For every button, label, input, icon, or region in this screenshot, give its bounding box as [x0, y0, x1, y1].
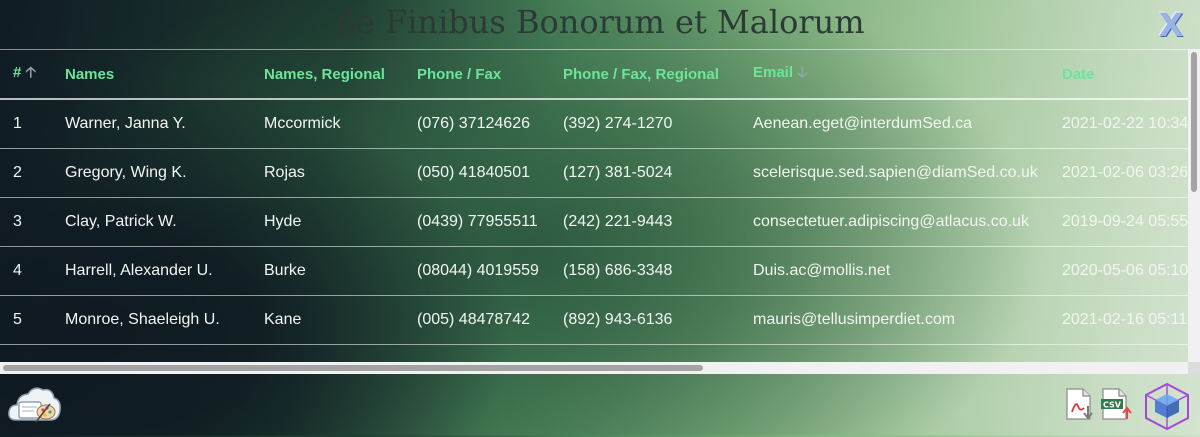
cell-names: Clay, Patrick W. [52, 197, 251, 247]
cell-number: 3 [0, 197, 52, 247]
horizontal-scrollbar-thumb[interactable] [3, 365, 703, 371]
cell-names-regional: Burke [251, 246, 404, 296]
column-header-names-regional[interactable]: Names, Regional [251, 50, 404, 100]
cell-date: 2021-02-22 10:34 [1049, 99, 1188, 149]
horizontal-scrollbar[interactable] [0, 362, 1188, 374]
data-table: # 🡡 Names Names, Regional Phone / Fax Pho… [0, 50, 1188, 345]
palette-cloud-icon[interactable] [6, 380, 62, 428]
cell-number: 4 [0, 246, 52, 296]
cell-phone-fax-regional: (892) 943-6136 [550, 295, 740, 345]
column-header-phone-fax-regional[interactable]: Phone / Fax, Regional [550, 50, 740, 100]
cell-date: 2019-09-24 05:55 [1049, 197, 1188, 247]
cell-date: 2021-02-06 03:26 [1049, 148, 1188, 198]
data-grid: # 🡡 Names Names, Regional Phone / Fax Pho… [0, 49, 1188, 363]
vertical-scrollbar-thumb[interactable] [1191, 52, 1197, 192]
scrollbar-corner [1188, 362, 1200, 374]
table-row[interactable]: 1 Warner, Janna Y. Mccormick (076) 37124… [0, 99, 1188, 149]
table-row[interactable]: 3 Clay, Patrick W. Hyde (0439) 77955511 … [0, 197, 1188, 247]
column-header-date[interactable]: Date [1049, 50, 1188, 100]
cell-email: scelerisque.sed.sapien@diamSed.co.uk [740, 148, 1049, 198]
page-title: de Finibus Bonorum et Malorum [335, 3, 865, 41]
cell-email: mauris@tellusimperdiet.com [740, 295, 1049, 345]
cell-phone-fax: (076) 37124626 [404, 99, 550, 149]
cell-names-regional: Hyde [251, 197, 404, 247]
pdf-download-icon[interactable] [1064, 388, 1096, 422]
sort-descending-icon[interactable]: 🡣 [797, 64, 808, 81]
table-row[interactable]: 4 Harrell, Alexander U. Burke (08044) 40… [0, 246, 1188, 296]
column-header-names[interactable]: Names [52, 50, 251, 100]
csv-label: CSV [1103, 401, 1122, 410]
cell-names: Gregory, Wing K. [52, 148, 251, 198]
cell-phone-fax: (005) 48478742 [404, 295, 550, 345]
cube-icon[interactable] [1140, 380, 1194, 432]
cell-phone-fax: (050) 41840501 [404, 148, 550, 198]
cell-date: 2021-02-16 05:11 [1049, 295, 1188, 345]
column-header-phone-fax[interactable]: Phone / Fax [404, 50, 550, 100]
column-header-number[interactable]: # 🡡 [0, 50, 52, 100]
cell-phone-fax-regional: (392) 274-1270 [550, 99, 740, 149]
cell-email: Aenean.eget@interdumSed.ca [740, 99, 1049, 149]
cell-names-regional: Mccormick [251, 99, 404, 149]
cell-phone-fax: (08044) 4019559 [404, 246, 550, 296]
sort-ascending-icon[interactable]: 🡡 [25, 64, 36, 81]
cell-number: 1 [0, 99, 52, 149]
csv-upload-icon[interactable]: CSV [1100, 388, 1134, 422]
header-row: # 🡡 Names Names, Regional Phone / Fax Pho… [0, 50, 1188, 100]
vertical-scrollbar[interactable] [1188, 49, 1200, 362]
cell-phone-fax-regional: (242) 221-9443 [550, 197, 740, 247]
table-row[interactable]: 5 Monroe, Shaeleigh U. Kane (005) 484787… [0, 295, 1188, 345]
cell-email: consectetuer.adipiscing@atlacus.co.uk [740, 197, 1049, 247]
cell-phone-fax-regional: (127) 381-5024 [550, 148, 740, 198]
cell-names: Warner, Janna Y. [52, 99, 251, 149]
cell-names: Harrell, Alexander U. [52, 246, 251, 296]
cell-names: Monroe, Shaeleigh U. [52, 295, 251, 345]
cell-names-regional: Kane [251, 295, 404, 345]
cell-number: 2 [0, 148, 52, 198]
table-row[interactable]: 2 Gregory, Wing K. Rojas (050) 41840501 … [0, 148, 1188, 198]
cell-date: 2020-05-06 05:10 [1049, 246, 1188, 296]
column-header-email[interactable]: Email 🡣 [740, 50, 1049, 100]
close-button[interactable]: X [1156, 8, 1186, 42]
cell-phone-fax-regional: (158) 686-3348 [550, 246, 740, 296]
cell-names-regional: Rojas [251, 148, 404, 198]
cell-number: 5 [0, 295, 52, 345]
cell-email: Duis.ac@mollis.net [740, 246, 1049, 296]
cell-phone-fax: (0439) 77955511 [404, 197, 550, 247]
